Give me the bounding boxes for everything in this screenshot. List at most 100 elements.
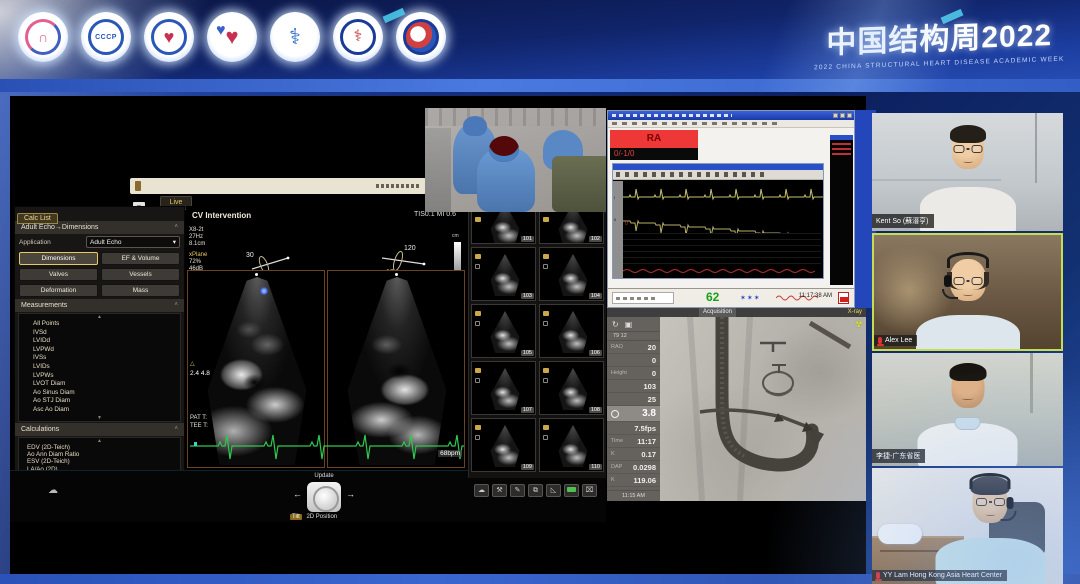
- dropdown-arrow-icon: ▾: [173, 238, 176, 246]
- focus-depth-values: 2.4 4.8: [190, 370, 210, 377]
- heart-alliance-logo-icon: ♥: [144, 12, 194, 62]
- copy-icon[interactable]: ⧉: [528, 484, 543, 497]
- angle-right-value: 120: [404, 245, 416, 252]
- clip-thumbnail[interactable]: 103: [471, 247, 536, 301]
- echo-display: CV Intervention TIS0.1 MI 0.6 X8-2t 27Hz…: [186, 206, 466, 470]
- calculations-title: Calculations: [21, 423, 59, 436]
- maximize-icon[interactable]: [840, 113, 845, 118]
- calculation-item[interactable]: Ao Ann Diam Ratio: [19, 451, 180, 458]
- cccp-logo-icon: CCCP: [81, 12, 131, 62]
- edit-icon[interactable]: ✎: [510, 484, 525, 497]
- acquisition-tab[interactable]: Acquisition: [699, 308, 736, 317]
- angle-left-value: 30: [246, 252, 254, 259]
- participant-name: 李捷-广东省医: [872, 449, 925, 463]
- cloud-export-icon[interactable]: ☁: [48, 485, 58, 496]
- minimize-icon[interactable]: [833, 113, 838, 118]
- shared-screen: – Live Calc List Adult Echo→Dimensions˄ …: [10, 96, 866, 574]
- valves-button[interactable]: Valves: [19, 268, 98, 281]
- measurements-title: Measurements: [21, 299, 67, 312]
- update-label: Update: [294, 473, 354, 479]
- fluoro-clock: 11:15 AM: [607, 490, 660, 499]
- clip-thumbnail[interactable]: 108: [539, 361, 604, 415]
- measurement-item[interactable]: IVSs: [19, 354, 180, 363]
- clip-thumbnail[interactable]: 102: [539, 210, 604, 244]
- calculation-item[interactable]: EDV (2D-Teich): [19, 444, 180, 451]
- measurement-item[interactable]: LVPWs: [19, 372, 180, 381]
- measurement-item[interactable]: LVOT Diam: [19, 380, 180, 389]
- muted-mic-icon: [876, 572, 880, 579]
- dimensions-button[interactable]: Dimensions: [19, 252, 98, 265]
- clip-thumbnail[interactable]: 109: [471, 418, 536, 472]
- eraser-icon[interactable]: ◺: [546, 484, 561, 497]
- patient-icon: [135, 181, 141, 191]
- vessels-button[interactable]: Vessels: [101, 268, 180, 281]
- deformation-button[interactable]: Deformation: [19, 284, 98, 297]
- clip-thumbnail[interactable]: 107: [471, 361, 536, 415]
- hemodynamics-window: RA 0/-1/0 III 0: [607, 110, 855, 308]
- sponsor-logos: ∩ CCCP ♥ ♥ ⚕ ⚕: [18, 12, 446, 62]
- scale-unit-label: cm: [452, 233, 459, 239]
- clip-thumbnail[interactable]: 101: [471, 210, 536, 244]
- close-icon[interactable]: [847, 113, 852, 118]
- cloud-upload-icon[interactable]: ☁: [474, 484, 489, 497]
- tools-icon[interactable]: ⚒: [492, 484, 507, 497]
- patient-banner-text: [376, 184, 420, 188]
- patient-name-box: [612, 292, 674, 304]
- participant-name: Alex Lee: [874, 335, 917, 346]
- waveform-toolbar[interactable]: [613, 170, 823, 180]
- clip-thumbnail[interactable]: 104: [539, 247, 604, 301]
- application-dropdown[interactable]: Adult Echo▾: [86, 236, 180, 248]
- xray-status-label: X-ray: [848, 308, 862, 317]
- participant-tile[interactable]: YY Lam Hong Kong Asia Heart Center: [872, 468, 1063, 584]
- participant-tile[interactable]: 李捷-广东省医: [872, 353, 1063, 466]
- cathlab-camera-view: [425, 108, 606, 212]
- mass-button[interactable]: Mass: [101, 284, 180, 297]
- muted-mic-icon: [878, 337, 882, 344]
- participant-tile-active-speaker[interactable]: Alex Lee: [872, 233, 1063, 351]
- measurement-item[interactable]: LVPWd: [19, 346, 180, 355]
- measurement-item[interactable]: LVIDs: [19, 363, 180, 372]
- pressure-site-badge: RA: [610, 130, 698, 148]
- lead-gutter: III: [613, 181, 623, 278]
- trackball-control[interactable]: [307, 482, 341, 512]
- menu-bar[interactable]: [608, 120, 854, 128]
- lock-icon[interactable]: ⌧: [582, 484, 597, 497]
- clip-thumbnail[interactable]: 110: [539, 418, 604, 472]
- participant-tile[interactable]: Kent So (蘇溍亨): [872, 113, 1063, 231]
- rotate-gantry-icon[interactable]: ↻: [612, 320, 619, 329]
- clip-thumbnail-panel: 101 102 103 104 105 106 107 108 109 11: [468, 196, 606, 478]
- arrow-left-icon[interactable]: ←: [293, 489, 302, 499]
- collapse-chevron-icon[interactable]: ˄: [174, 423, 178, 436]
- measurements-list: ▲ All Points IVSd LVIDd LVPWd IVSs LVIDs…: [18, 313, 181, 422]
- clip-thumbnail[interactable]: 106: [539, 304, 604, 358]
- webinar-screen: ∩ CCCP ♥ ♥ ⚕ ⚕ 中国结构周2022 2022 CHINA STRU…: [0, 0, 1080, 584]
- heart-rate-value: 62: [706, 290, 719, 304]
- banner-divider: [0, 79, 1080, 92]
- collapse-chevron-icon[interactable]: ˄: [174, 221, 178, 234]
- event-subtitle: 2022 CHINA STRUCTURAL HEART DISEASE ACAD…: [814, 56, 1064, 72]
- participant-name: Kent So (蘇溍亨): [872, 214, 934, 228]
- collapse-chevron-icon[interactable]: ˄: [174, 299, 178, 312]
- application-label: Application: [19, 239, 51, 246]
- radiation-on-icon: ☢: [855, 319, 863, 330]
- operator-figure: [477, 148, 535, 212]
- headset-icon: [970, 473, 1011, 489]
- scroll-down-icon[interactable]: ▼: [19, 415, 180, 421]
- measurement-item[interactable]: Ao STJ Diam: [19, 397, 180, 406]
- handshake-heart-logo-icon: ♥: [207, 12, 257, 62]
- thumbnail-toolbar: ☁ ⚒ ✎ ⧉ ◺ ⌧: [468, 480, 608, 500]
- clip-thumbnail[interactable]: 105: [471, 304, 536, 358]
- waveform-subwindow: III 0: [612, 163, 824, 279]
- echo-ecg-trace: [188, 426, 464, 462]
- measurement-item[interactable]: LVIDd: [19, 337, 180, 346]
- measurement-item[interactable]: IVSd: [19, 329, 180, 338]
- measurement-item[interactable]: Asc Ao Diam: [19, 406, 180, 415]
- window-titlebar[interactable]: [608, 111, 854, 120]
- calculation-item[interactable]: ESV (2D-Teich): [19, 458, 180, 465]
- arrow-right-icon[interactable]: →: [346, 489, 355, 499]
- signal-quality-icon: ✶✶✶: [740, 294, 761, 302]
- ef-volume-button[interactable]: EF & Volume: [101, 252, 180, 265]
- measurement-item[interactable]: All Points: [19, 320, 180, 329]
- measurement-item[interactable]: Ao Sinus Diam: [19, 389, 180, 398]
- hemo-status-bar: 62 ✶✶✶ 11:17:38 AM: [608, 288, 854, 307]
